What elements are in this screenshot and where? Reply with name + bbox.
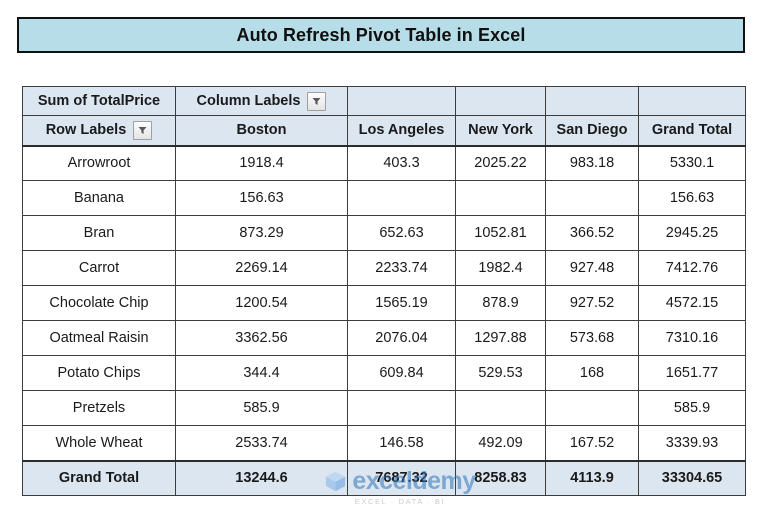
column-header-los-angeles: Los Angeles (347, 115, 456, 147)
column-header-boston: Boston (175, 115, 348, 147)
cell-new-york (455, 390, 546, 426)
cell-san-diego: 927.52 (545, 285, 639, 321)
cell-los-angeles: 2076.04 (347, 320, 456, 356)
table-row: Arrowroot 1918.4 403.3 2025.22 983.18 5330.1 (22, 145, 746, 181)
pivot-table-container: Sum of TotalPrice Column Labels Row Labe… (22, 86, 746, 496)
cell-grand-total: 585.9 (638, 390, 746, 426)
row-label-cell: Carrot (22, 250, 176, 286)
pivot-header-row-columns: Row Labels Boston Los Angeles New York S… (22, 115, 746, 147)
cell-san-diego (545, 390, 639, 426)
table-row: Whole Wheat 2533.74 146.58 492.09 167.52 3339… (22, 425, 746, 461)
cell-new-york: 1052.81 (455, 215, 546, 251)
row-labels-filter-dropdown-icon[interactable] (133, 120, 153, 140)
cell-new-york: 1982.4 (455, 250, 546, 286)
table-row: Pretzels 585.9 585.9 (22, 390, 746, 426)
cell-boston: 2533.74 (175, 425, 348, 461)
grand-total-boston: 13244.6 (175, 459, 348, 496)
cell-new-york: 1297.88 (455, 320, 546, 356)
grand-total-row: Grand Total 13244.6 7687.32 8258.83 4113.9 33… (22, 459, 746, 496)
cell-boston: 873.29 (175, 215, 348, 251)
cell-los-angeles: 403.3 (347, 145, 456, 181)
grand-total-new-york: 8258.83 (455, 459, 546, 496)
table-row: Banana 156.63 156.63 (22, 180, 746, 216)
row-label-cell: Chocolate Chip (22, 285, 176, 321)
cell-grand-total: 7412.76 (638, 250, 746, 286)
grand-total-los-angeles: 7687.32 (347, 459, 456, 496)
cell-new-york (455, 180, 546, 216)
cell-san-diego: 927.48 (545, 250, 639, 286)
cell-san-diego: 366.52 (545, 215, 639, 251)
cell-new-york: 878.9 (455, 285, 546, 321)
cell-boston: 1918.4 (175, 145, 348, 181)
cell-boston: 3362.56 (175, 320, 348, 356)
row-label-cell: Whole Wheat (22, 425, 176, 461)
cell-grand-total: 7310.16 (638, 320, 746, 356)
cell-new-york: 529.53 (455, 355, 546, 391)
value-field-header: Sum of TotalPrice (22, 86, 176, 116)
cell-grand-total: 156.63 (638, 180, 746, 216)
column-labels-filter-dropdown-icon[interactable] (307, 91, 327, 111)
cell-los-angeles: 2233.74 (347, 250, 456, 286)
page-title: Auto Refresh Pivot Table in Excel (236, 24, 526, 45)
row-label-cell: Bran (22, 215, 176, 251)
grand-total-grand-total: 33304.65 (638, 459, 746, 496)
cell-los-angeles: 1565.19 (347, 285, 456, 321)
column-header-new-york: New York (455, 115, 546, 147)
column-labels-label: Column Labels (196, 93, 301, 109)
watermark-tagline: EXCEL · DATA · BI (354, 496, 446, 506)
pivot-table: Sum of TotalPrice Column Labels Row Labe… (22, 86, 746, 496)
cell-los-angeles (347, 180, 456, 216)
grand-total-san-diego: 4113.9 (545, 459, 639, 496)
column-header-grand-total: Grand Total (638, 115, 746, 147)
cell-boston: 1200.54 (175, 285, 348, 321)
header-spacer-1 (347, 86, 456, 116)
cell-grand-total: 4572.15 (638, 285, 746, 321)
cell-new-york: 492.09 (455, 425, 546, 461)
cell-san-diego (545, 180, 639, 216)
table-row: Carrot 2269.14 2233.74 1982.4 927.48 7412.76 (22, 250, 746, 286)
cell-boston: 344.4 (175, 355, 348, 391)
column-labels-header[interactable]: Column Labels (175, 86, 348, 116)
cell-los-angeles: 652.63 (347, 215, 456, 251)
row-labels-label: Row Labels (45, 122, 127, 139)
header-spacer-3 (545, 86, 639, 116)
cell-los-angeles: 609.84 (347, 355, 456, 391)
pivot-header-row-value-field: Sum of TotalPrice Column Labels (22, 86, 746, 116)
grand-total-label: Grand Total (22, 459, 176, 496)
header-spacer-4 (638, 86, 746, 116)
table-row: Potato Chips 344.4 609.84 529.53 168 1651.77 (22, 355, 746, 391)
row-label-cell: Pretzels (22, 390, 176, 426)
row-label-cell: Banana (22, 180, 176, 216)
cell-grand-total: 1651.77 (638, 355, 746, 391)
table-row: Bran 873.29 652.63 1052.81 366.52 2945.25 (22, 215, 746, 251)
table-row: Oatmeal Raisin 3362.56 2076.04 1297.88 573.6… (22, 320, 746, 356)
cell-san-diego: 983.18 (545, 145, 639, 181)
cell-los-angeles: 146.58 (347, 425, 456, 461)
header-spacer-2 (455, 86, 546, 116)
cell-grand-total: 3339.93 (638, 425, 746, 461)
cell-boston: 156.63 (175, 180, 348, 216)
cell-los-angeles (347, 390, 456, 426)
cell-grand-total: 5330.1 (638, 145, 746, 181)
cell-san-diego: 573.68 (545, 320, 639, 356)
cell-new-york: 2025.22 (455, 145, 546, 181)
page-title-banner: Auto Refresh Pivot Table in Excel (17, 17, 745, 53)
row-labels-header[interactable]: Row Labels (22, 115, 176, 147)
cell-boston: 2269.14 (175, 250, 348, 286)
cell-grand-total: 2945.25 (638, 215, 746, 251)
row-label-cell: Arrowroot (22, 145, 176, 181)
row-label-cell: Potato Chips (22, 355, 176, 391)
table-row: Chocolate Chip 1200.54 1565.19 878.9 927.52 4… (22, 285, 746, 321)
cell-boston: 585.9 (175, 390, 348, 426)
column-header-san-diego: San Diego (545, 115, 639, 147)
cell-san-diego: 168 (545, 355, 639, 391)
row-label-cell: Oatmeal Raisin (22, 320, 176, 356)
cell-san-diego: 167.52 (545, 425, 639, 461)
